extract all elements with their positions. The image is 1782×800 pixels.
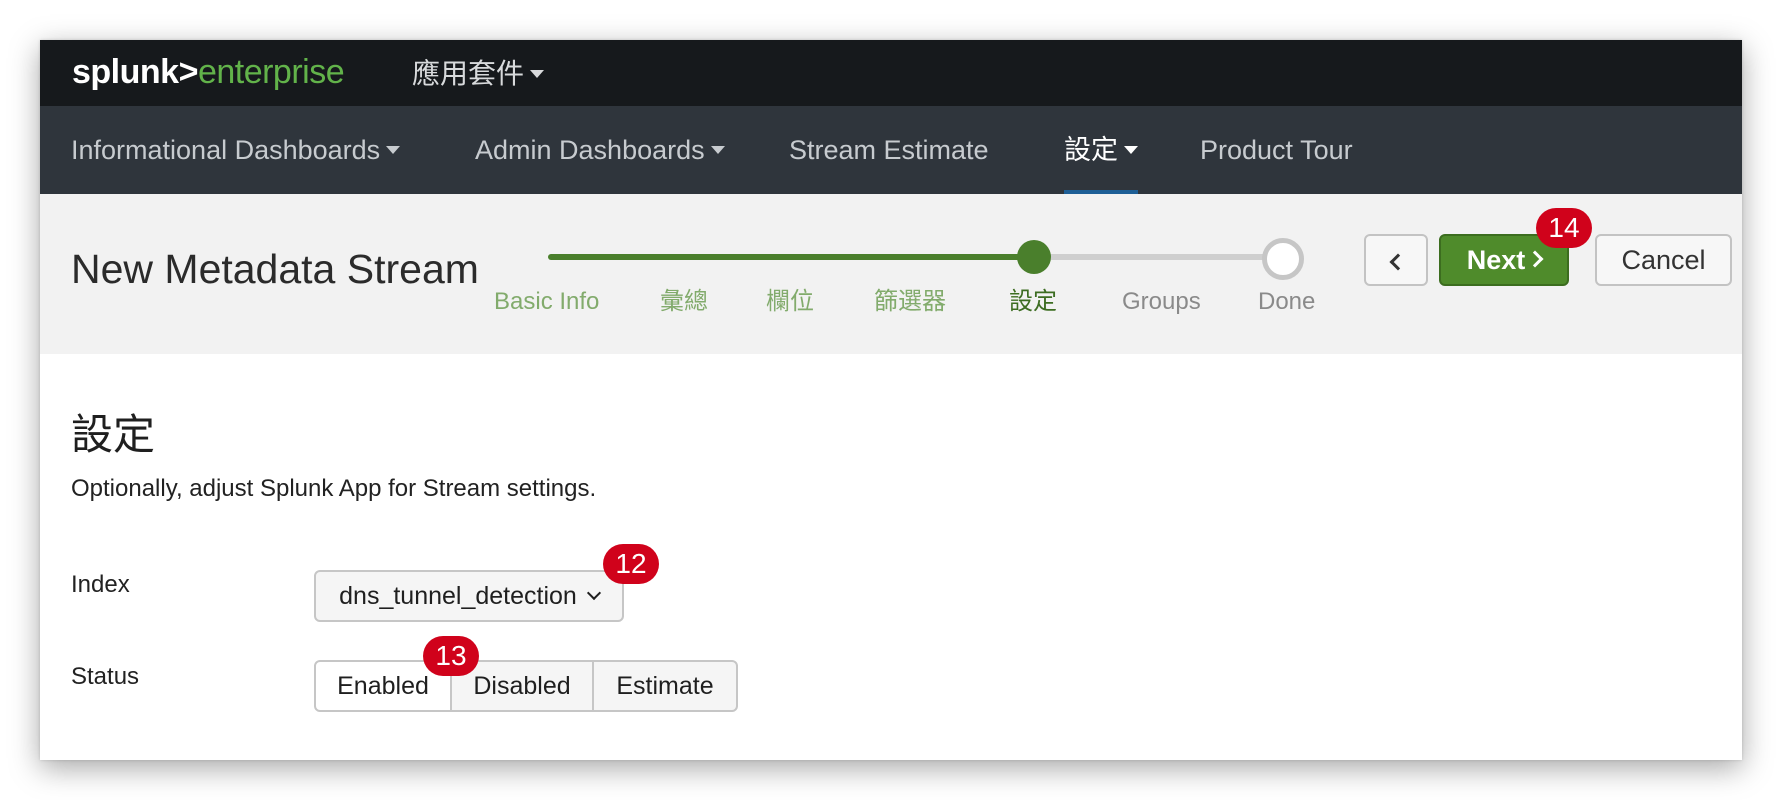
settings-panel: 設定 Optionally, adjust Splunk App for Str… [40, 354, 1742, 760]
chevron-down-icon [586, 586, 601, 601]
nav-item-label: Product Tour [1200, 135, 1353, 165]
step-badge-12: 12 [603, 544, 659, 584]
step-settings: 設定 [1009, 288, 1057, 315]
splunk-logo[interactable]: splunk>enterprise [72, 52, 345, 92]
nav-item-label: 設定 [1064, 135, 1118, 165]
app-window: splunk>enterprise 應用套件 Informational Das… [40, 40, 1742, 760]
step-fields: 欄位 [766, 288, 814, 315]
caret-down-icon [1124, 145, 1138, 154]
cancel-button[interactable]: Cancel [1595, 234, 1732, 286]
nav-item-label: Informational Dashboards [71, 135, 381, 165]
caret-down-icon [530, 69, 545, 78]
step-done: Done [1258, 288, 1316, 315]
section-description: Optionally, adjust Splunk App for Stream… [71, 475, 597, 502]
step-groups: Groups [1122, 288, 1201, 315]
top-bar: splunk>enterprise 應用套件 [40, 40, 1742, 106]
step-aggregation: 彙總 [660, 288, 708, 315]
next-button-label: Next [1466, 245, 1526, 275]
apps-menu[interactable]: 應用套件 [412, 56, 545, 92]
index-label: Index [71, 571, 130, 598]
logo-brand: splunk> [72, 53, 198, 91]
status-estimate-button[interactable]: Estimate [592, 660, 738, 712]
chevron-right-icon [1526, 250, 1544, 268]
current-step-dot [1017, 240, 1051, 274]
nav-settings[interactable]: 設定 [1064, 106, 1138, 194]
index-dropdown-value: dns_tunnel_detection [339, 582, 577, 610]
nav-item-label: Stream Estimate [789, 135, 989, 165]
caret-down-icon [386, 145, 401, 154]
apps-menu-label: 應用套件 [412, 58, 525, 89]
caret-down-icon [710, 145, 725, 154]
wizard-header: New Metadata Stream Basic Info 彙總 欄位 篩選器… [40, 194, 1742, 354]
nav-item-label: Admin Dashboards [475, 135, 705, 165]
logo-product: enterprise [197, 53, 345, 91]
wizard-title: New Metadata Stream [71, 246, 479, 292]
nav-stream-estimate[interactable]: Stream Estimate [789, 106, 989, 194]
step-filters: 篩選器 [874, 288, 946, 315]
progress-track-remaining [1033, 254, 1279, 260]
step-badge-13: 13 [423, 636, 479, 676]
nav-admin-dashboards[interactable]: Admin Dashboards [475, 106, 725, 194]
chevron-left-icon [1389, 253, 1407, 271]
nav-product-tour[interactable]: Product Tour [1200, 106, 1353, 194]
app-nav-bar: Informational Dashboards Admin Dashboard… [40, 106, 1742, 194]
previous-button[interactable] [1364, 234, 1428, 286]
step-basic-info: Basic Info [494, 288, 600, 315]
status-label: Status [71, 663, 140, 690]
progress-track-completed [548, 254, 1033, 260]
nav-informational-dashboards[interactable]: Informational Dashboards [71, 106, 401, 194]
final-step-dot [1262, 238, 1304, 280]
step-badge-14: 14 [1536, 208, 1592, 248]
section-title: 設定 [71, 411, 156, 458]
index-dropdown[interactable]: dns_tunnel_detection [314, 570, 624, 622]
